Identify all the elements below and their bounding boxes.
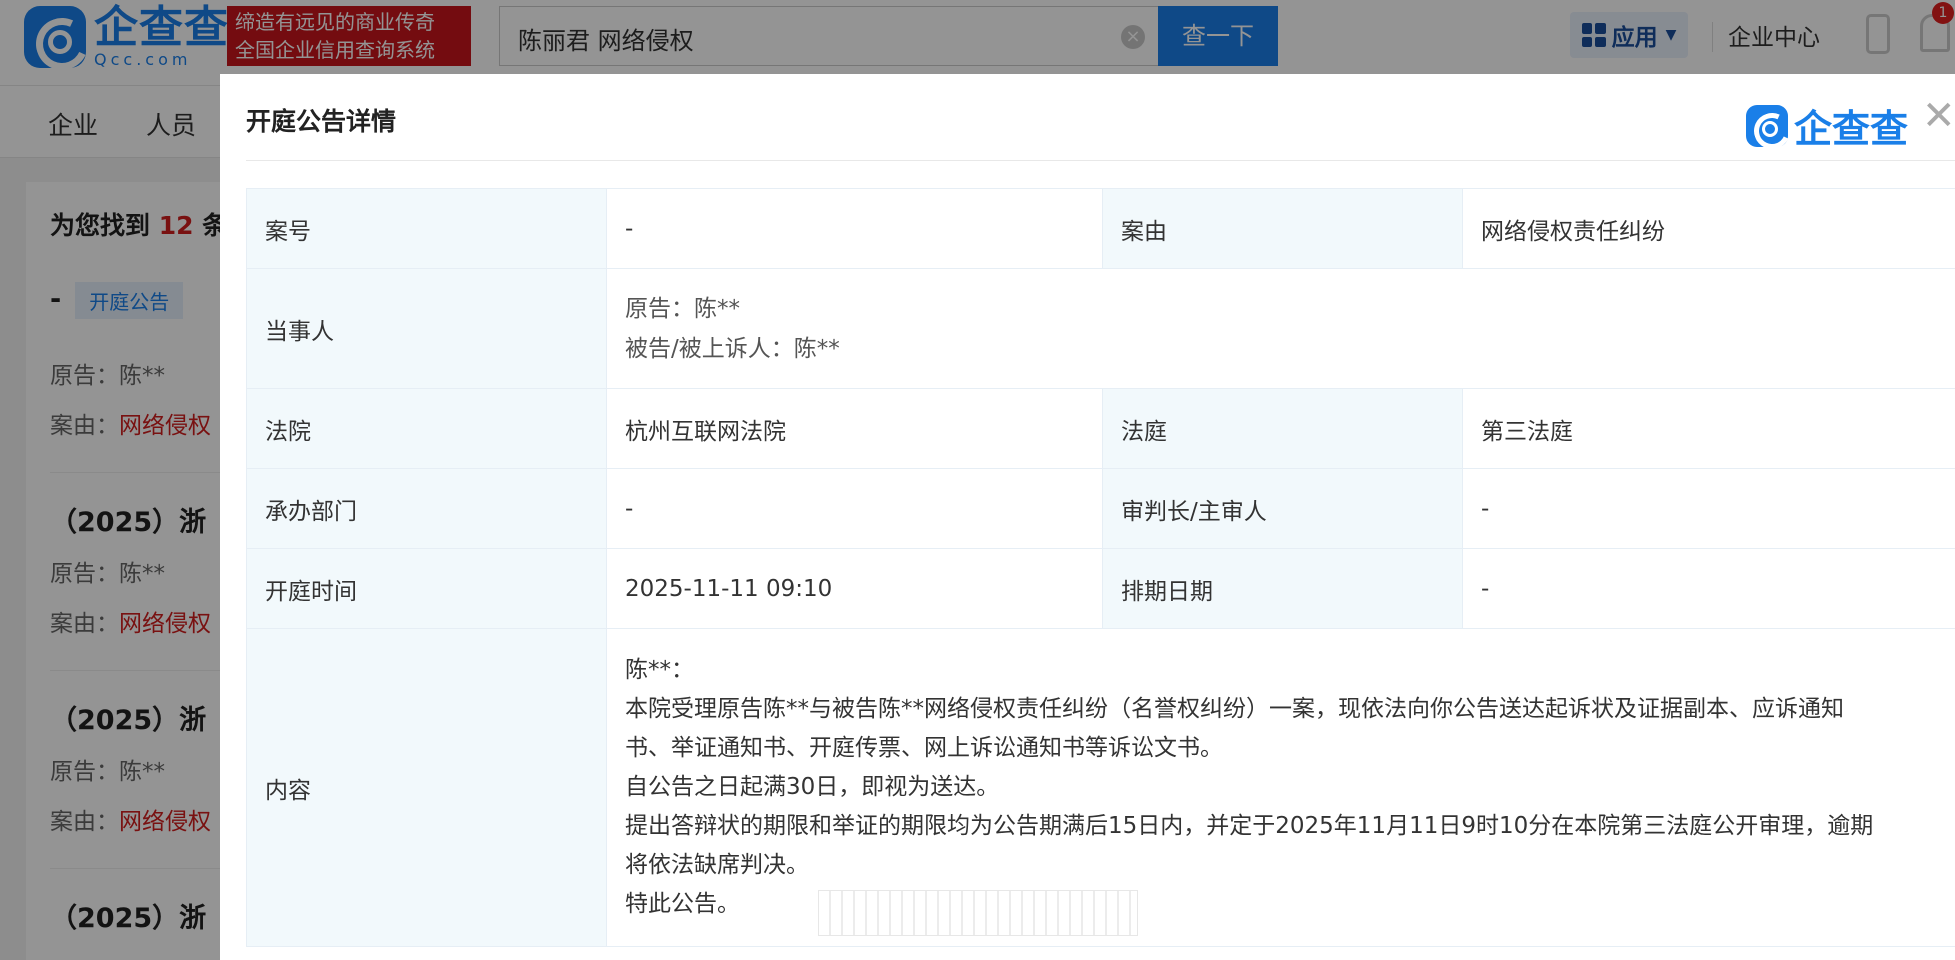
court-label: 法院	[246, 388, 607, 469]
dialog-brand-logo: 企查查	[1746, 98, 1908, 153]
case-number-label: 案号	[246, 188, 607, 269]
parties-label: 当事人	[246, 268, 607, 389]
content-line: 本院受理原告陈**与被告陈**网络侵权责任纠纷（名誉权纠纷）一案，现依法向你公告…	[625, 696, 1844, 722]
department-value: -	[606, 468, 1103, 549]
content-line: 书、举证通知书、开庭传票、网上诉讼通知书等诉讼文书。	[625, 735, 1223, 761]
table-row: 承办部门 - 审判长/主审人 -	[246, 468, 1955, 549]
courtroom-value: 第三法庭	[1462, 388, 1955, 469]
hearing-time-label: 开庭时间	[246, 548, 607, 629]
case-number-value: -	[606, 188, 1103, 269]
parties-value: 原告：陈** 被告/被上诉人：陈**	[606, 268, 1955, 389]
cause-value: 网络侵权责任纠纷	[1462, 188, 1955, 269]
content-line: 自公告之日起满30日，即视为送达。	[625, 774, 1000, 800]
detail-table: 案号 - 案由 网络侵权责任纠纷 当事人 原告：陈** 被告/被上诉人：陈** …	[246, 188, 1955, 947]
content-label: 内容	[246, 628, 607, 947]
content-line: 提出答辩状的期限和举证的期限均为公告期满后15日内，并定于2025年11月11日…	[625, 813, 1874, 839]
plaintiff-text: 原告：陈**	[625, 295, 740, 322]
court-value: 杭州互联网法院	[606, 388, 1103, 469]
watermark-artifact	[818, 890, 1138, 936]
table-row: 法院 杭州互联网法院 法庭 第三法庭	[246, 388, 1955, 469]
courtroom-label: 法庭	[1102, 388, 1463, 469]
hearing-time-value: 2025-11-11 09:10	[606, 548, 1103, 629]
dialog-brand-text: 企查查	[1794, 107, 1909, 151]
table-row: 案号 - 案由 网络侵权责任纠纷	[246, 188, 1955, 269]
content-value: 陈**： 本院受理原告陈**与被告陈**网络侵权责任纠纷（名誉权纠纷）一案，现依…	[606, 628, 1955, 947]
schedule-date-value: -	[1462, 548, 1955, 629]
hearing-notice-dialog: 开庭公告详情 企查查 ✕ 案号 - 案由 网络侵权责任纠纷 当事人 原告：陈**…	[220, 74, 1955, 960]
table-row: 当事人 原告：陈** 被告/被上诉人：陈**	[246, 268, 1955, 389]
content-line: 陈**：	[625, 657, 694, 683]
schedule-date-label: 排期日期	[1102, 548, 1463, 629]
dialog-title: 开庭公告详情	[246, 107, 397, 136]
cause-label: 案由	[1102, 188, 1463, 269]
logo-mark-icon	[1746, 104, 1788, 147]
close-icon[interactable]: ✕	[1922, 96, 1955, 136]
content-line: 将依法缺席判决。	[625, 852, 809, 878]
judge-label: 审判长/主审人	[1102, 468, 1463, 549]
department-label: 承办部门	[246, 468, 607, 549]
table-row: 开庭时间 2025-11-11 09:10 排期日期 -	[246, 548, 1955, 629]
defendant-text: 被告/被上诉人：陈**	[625, 335, 840, 362]
judge-value: -	[1462, 468, 1955, 549]
divider	[246, 160, 1955, 161]
